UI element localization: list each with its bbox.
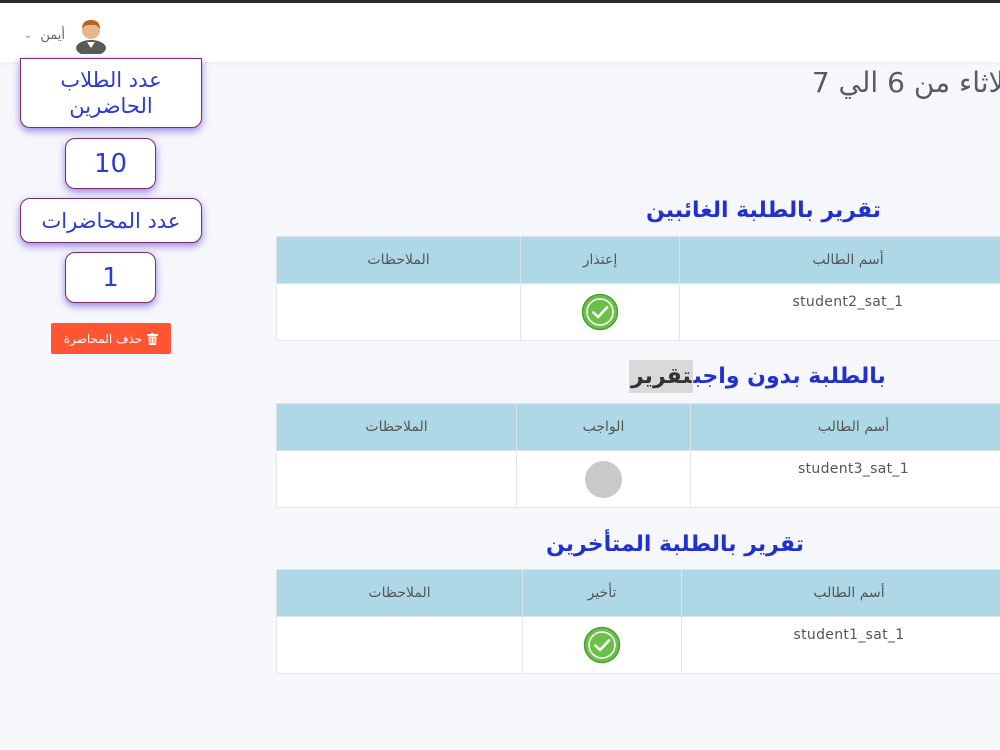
notes-cell xyxy=(276,616,523,674)
present-students-label-card: عدد الطلاب الحاضرين xyxy=(20,58,202,128)
check-circle-icon[interactable] xyxy=(583,626,621,664)
user-menu[interactable]: ⌄ أيمن xyxy=(24,15,109,55)
homework-report-title-highlight: تقرير xyxy=(629,360,694,393)
late-cell[interactable] xyxy=(522,616,682,674)
page-title: الثلاثاء من 6 الي 7 xyxy=(660,62,1000,106)
absent-report-table: الملاحظات إعتذار أسم الطالب student2_sat… xyxy=(276,236,1000,341)
absent-report-title: تقرير بالطلبة الغائبين xyxy=(646,198,882,223)
table-header-row: الملاحظات تأخير أسم الطالب xyxy=(276,569,1000,617)
table-row: student2_sat_1 xyxy=(276,283,1000,341)
lectures-label: عدد المحاضرات xyxy=(41,208,181,233)
delete-lecture-label: حذف المحاضرة xyxy=(63,331,143,346)
student-name-cell: student3_sat_1 xyxy=(690,450,1000,508)
column-header-student-name: أسم الطالب xyxy=(690,403,1000,451)
present-students-label: عدد الطلاب الحاضرين xyxy=(60,68,162,118)
column-header-notes: الملاحظات xyxy=(276,403,517,451)
column-header-student-name: أسم الطالب xyxy=(681,569,1000,617)
table-header-row: الملاحظات إعتذار أسم الطالب xyxy=(276,236,1000,284)
user-name: أيمن xyxy=(40,27,66,43)
column-header-notes: الملاحظات xyxy=(276,569,523,617)
table-row: student3_sat_1 xyxy=(276,450,1000,508)
notes-cell xyxy=(276,283,521,341)
late-report-table: الملاحظات تأخير أسم الطالب student1_sat_… xyxy=(276,569,1000,674)
column-header-excuse: إعتذار xyxy=(520,236,680,284)
unchecked-circle-icon[interactable] xyxy=(585,460,622,498)
student-name: student3_sat_1 xyxy=(798,461,909,477)
column-header-student-name: أسم الطالب xyxy=(679,236,1000,284)
present-students-count: 10 xyxy=(93,148,128,179)
student-name-cell: student2_sat_1 xyxy=(679,283,1000,341)
user-avatar-icon xyxy=(76,20,107,54)
student-name: student1_sat_1 xyxy=(793,627,905,643)
table-row: student1_sat_1 xyxy=(276,616,1000,674)
lectures-count: 1 xyxy=(102,262,119,293)
lectures-label-card: عدد المحاضرات xyxy=(20,198,202,243)
page-title-text: الثلاثاء من 6 الي 7 xyxy=(811,66,1000,99)
excuse-cell[interactable] xyxy=(520,283,680,341)
check-circle-icon[interactable] xyxy=(581,293,619,331)
chevron-down-icon: ⌄ xyxy=(24,29,33,41)
lectures-count-card: 1 xyxy=(65,252,156,303)
column-header-late: تأخير xyxy=(522,569,682,617)
top-navbar: ⌄ أيمن xyxy=(0,0,1000,62)
homework-cell[interactable] xyxy=(516,450,691,508)
homework-report-table: الملاحظات الواجب أسم الطالب student3_sat… xyxy=(276,403,1000,508)
delete-lecture-button[interactable]: حذف المحاضرة xyxy=(51,323,171,354)
homework-report-title-rest: بالطلبة بدون واجب xyxy=(693,364,886,389)
present-students-count-card: 10 xyxy=(65,138,156,189)
student-name: student2_sat_1 xyxy=(792,294,904,310)
late-report-title: تقرير بالطلبة المتأخرين xyxy=(546,532,804,557)
table-header-row: الملاحظات الواجب أسم الطالب xyxy=(276,403,1000,451)
student-name-cell: student1_sat_1 xyxy=(681,616,1000,674)
column-header-notes: الملاحظات xyxy=(276,236,521,284)
homework-report-title: بالطلبة بدون واجبتقرير xyxy=(629,360,886,393)
notes-cell xyxy=(276,450,517,508)
trash-icon xyxy=(147,332,159,345)
column-header-homework: الواجب xyxy=(516,403,691,451)
